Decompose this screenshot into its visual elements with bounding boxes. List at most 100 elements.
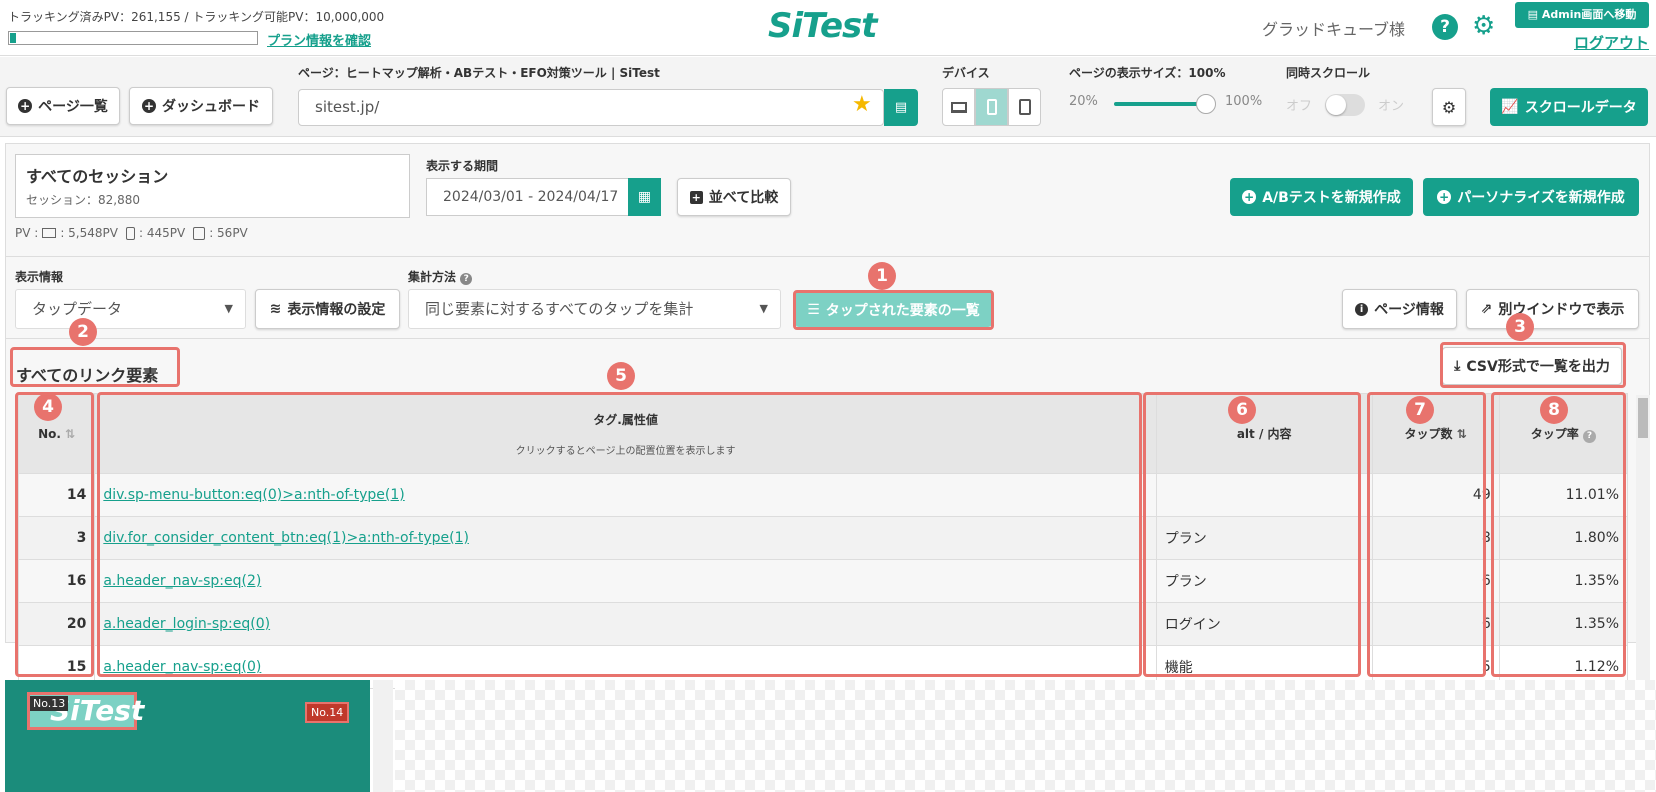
smartphone-icon [125, 226, 135, 240]
plus-circle-icon: + [1242, 190, 1257, 204]
page-info-button[interactable]: i ページ情報 [1342, 289, 1457, 329]
admin-button[interactable]: ▤ Admin画面へ移動 [1515, 2, 1649, 28]
size-min: 20% [1069, 94, 1098, 109]
page-preview[interactable]: SiTest No.13 No.14 [5, 680, 370, 792]
tracking-progress-bar [8, 31, 258, 45]
compare-label: 並べて比較 [708, 190, 779, 206]
annotation-number-4: 4 [34, 393, 62, 421]
settings-gear-icon[interactable]: ⚙ [1432, 88, 1466, 126]
aggregate-select[interactable]: 同じ要素に対するすべてのタップを集計 ▼ [408, 289, 781, 329]
layers-icon: ≋ [269, 301, 282, 317]
sync-scroll-toggle-knob [1326, 95, 1346, 115]
session-title: すべてのセッション [26, 167, 169, 186]
pv-tab: : 56PV [209, 226, 248, 240]
scroll-data-button[interactable]: 📈 スクロールデータ [1490, 88, 1648, 126]
preview-background [395, 680, 1656, 792]
annotation-number-1: 1 [868, 262, 896, 290]
annotation-number-3: 3 [1506, 313, 1534, 341]
annotation-number-8: 8 [1540, 396, 1568, 424]
sync-scroll-label: 同時スクロール [1286, 66, 1371, 80]
display-settings-label: 表示情報の設定 [287, 302, 386, 318]
smartphone-icon [986, 99, 997, 115]
page-label: ページ：ヒートマップ解析・ABテスト・EFO対策ツール | SiTest [298, 66, 660, 80]
pv-pc: : 5,548PV [60, 226, 118, 240]
page-size-slider-knob[interactable] [1196, 94, 1216, 114]
annotation-box-2 [10, 347, 180, 387]
sitest-logo[interactable]: SiTest [768, 6, 878, 46]
plus-circle-icon: + [142, 99, 156, 113]
page-size-label: ページの表示サイズ：100% [1069, 66, 1226, 80]
page-size-slider[interactable] [1114, 102, 1204, 106]
compare-button[interactable]: + 並べて比較 [677, 178, 791, 216]
chart-icon: 📈 [1501, 99, 1519, 115]
annotation-box-8 [1491, 392, 1626, 677]
new-window-button[interactable]: ⇗ 別ウインドウで表示 [1466, 289, 1639, 329]
period-label: 表示する期間 [426, 159, 499, 173]
gear-icon[interactable]: ⚙ [1472, 12, 1495, 40]
pv-sp: : 445PV [138, 226, 186, 240]
page-list-button[interactable]: + ページ一覧 [6, 87, 120, 125]
display-info-value: タップデータ [32, 300, 123, 318]
dashboard-label: ダッシュボード [162, 99, 260, 115]
pc-device-button[interactable] [942, 88, 975, 126]
plus-square-icon: + [689, 190, 703, 204]
plus-circle-icon: + [18, 99, 33, 113]
admin-button-label: Admin画面へ移動 [1541, 8, 1637, 21]
url-input[interactable]: sitest.jp/ [298, 89, 884, 126]
tablet-device-button[interactable] [1008, 88, 1041, 126]
smartphone-device-button[interactable] [975, 88, 1008, 126]
display-settings-button[interactable]: ≋ 表示情報の設定 [255, 289, 400, 329]
annotation-number-2: 2 [69, 318, 97, 346]
tracking-progress-fill [10, 33, 16, 43]
external-link-icon: ⇗ [1480, 301, 1493, 317]
scroll-data-label: スクロールデータ [1524, 100, 1637, 116]
laptop-icon [42, 228, 57, 238]
personalize-label: パーソナライズを新規作成 [1457, 190, 1625, 206]
session-count: セッション：82,880 [26, 193, 140, 207]
caret-down-icon: ▼ [759, 302, 768, 315]
ab-test-create-button[interactable]: + A/Bテストを新規作成 [1230, 178, 1413, 216]
annotation-box-1 [793, 290, 994, 330]
period-input[interactable]: 2024/03/01 - 2024/04/17 [426, 178, 629, 216]
preview-scrollbar[interactable] [373, 680, 393, 792]
annotation-number-7: 7 [1406, 396, 1434, 424]
divider [5, 256, 1650, 257]
plan-info-link[interactable]: プラン情報を確認 [267, 30, 371, 49]
user-name: グラッドキューブ様 [1262, 20, 1406, 39]
page-info-label: ページ情報 [1374, 302, 1444, 318]
page-list-label: ページ一覧 [38, 99, 108, 115]
aggregate-label: 集計方法 ? [408, 268, 473, 285]
document-icon[interactable]: ▤ [884, 89, 918, 126]
annotation-number-5: 5 [607, 362, 635, 390]
display-info-label: 表示情報 [15, 270, 64, 284]
ab-test-label: A/Bテストを新規作成 [1262, 190, 1401, 206]
laptop-icon [950, 101, 967, 113]
dashboard-button[interactable]: + ダッシュボード [129, 87, 273, 125]
sync-on-label: オン [1378, 99, 1405, 114]
annotation-box-4 [15, 392, 94, 677]
session-selector[interactable]: すべてのセッション セッション：82,880 [15, 154, 410, 218]
display-info-select[interactable]: タップデータ ▼ [15, 289, 246, 329]
sync-off-label: オフ [1286, 99, 1313, 114]
personalize-create-button[interactable]: + パーソナライズを新規作成 [1423, 178, 1639, 216]
annotation-box-7 [1367, 392, 1486, 677]
table-scrollbar-thumb[interactable] [1638, 398, 1648, 438]
annotation-number-6: 6 [1228, 396, 1256, 424]
aggregate-label-text: 集計方法 [408, 270, 457, 284]
aggregate-value: 同じ要素に対するすべてのタップを集計 [425, 300, 694, 318]
help-icon[interactable]: ? [460, 273, 473, 285]
annotation-box-5 [97, 392, 1142, 677]
tablet-icon [1018, 99, 1031, 115]
logout-link[interactable]: ログアウト [1574, 32, 1649, 53]
annotation-box-3 [1440, 342, 1626, 388]
tablet-icon [193, 226, 206, 240]
pv-breakdown: PV : : 5,548PV : 445PV : 56PV [15, 226, 248, 240]
star-icon[interactable]: ★ [852, 92, 872, 117]
badge-no-14[interactable]: No.14 [305, 702, 350, 723]
help-icon[interactable]: ? [1432, 14, 1458, 40]
caret-down-icon: ▼ [224, 302, 233, 315]
device-label: デバイス [942, 66, 990, 80]
calendar-icon[interactable]: ▦ [628, 178, 661, 216]
size-max: 100% [1225, 94, 1263, 109]
info-icon: i [1355, 302, 1369, 316]
